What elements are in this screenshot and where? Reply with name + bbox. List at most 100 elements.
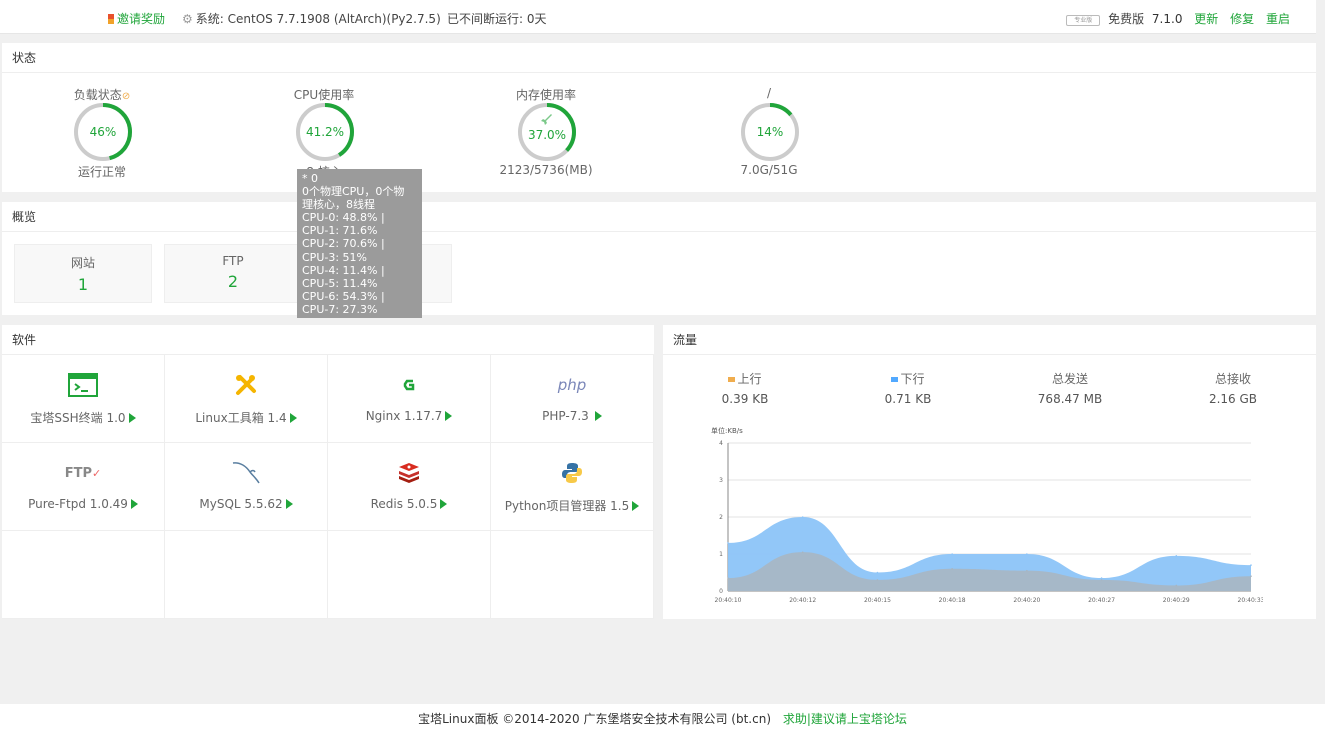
play-icon[interactable] <box>445 411 453 421</box>
play-icon[interactable] <box>285 499 293 509</box>
software-item-php[interactable]: php PHP-7.3 <box>491 355 654 443</box>
invite-label: 邀请奖励 <box>117 12 166 26</box>
software-item-redis[interactable]: Redis 5.0.5 <box>328 443 491 531</box>
x-tick-label: 20:40:12 <box>789 597 816 604</box>
update-link[interactable]: 更新 <box>1194 12 1218 26</box>
traffic-stat-total-received: 总接收 2.16 GB <box>1173 370 1293 406</box>
overview-title: 概览 <box>2 202 1316 232</box>
software-label: Nginx 1.17.7 <box>365 409 443 423</box>
software-item-mysql[interactable]: MySQL 5.5.62 <box>165 443 328 531</box>
version-number: 7.1.0 <box>1151 12 1183 26</box>
data-point <box>727 577 729 579</box>
y-tick-label: 4 <box>719 440 723 447</box>
status-title: 状态 <box>2 43 1316 73</box>
software-name: Redis 5.0.5 <box>328 497 490 511</box>
traffic-stat-value: 2.16 GB <box>1208 392 1258 406</box>
x-tick-label: 20:40:10 <box>715 597 742 604</box>
data-point <box>951 553 953 555</box>
redis-icon <box>399 463 419 483</box>
tooltip-line: CPU-7: 27.3% <box>302 302 378 316</box>
gauge-disk-value: 14% <box>756 125 784 139</box>
software-name: Python项目管理器 1.5 <box>491 497 653 514</box>
software-empty-slot <box>2 531 165 619</box>
x-tick-label: 20:40:15 <box>864 597 891 604</box>
restart-link[interactable]: 重启 <box>1266 12 1290 26</box>
y-tick-label: 3 <box>719 477 723 484</box>
software-item-ftp[interactable]: FTP✓ Pure-Ftpd 1.0.49 <box>2 443 165 531</box>
play-icon[interactable] <box>128 413 136 423</box>
data-point <box>727 542 729 544</box>
overview-card-ftp[interactable]: FTP 2 <box>164 244 302 303</box>
software-item-linux-tools[interactable]: Linux工具箱 1.4 <box>165 355 328 443</box>
python-icon <box>562 463 582 483</box>
version-area: 专业版 免费版 7.1.0 更新 修复 重启 <box>1066 10 1290 27</box>
pro-badge-icon[interactable]: 专业版 <box>1066 15 1101 26</box>
y-tick-label: 1 <box>719 551 723 558</box>
overview-card-site[interactable]: 网站 1 <box>14 244 152 303</box>
play-icon[interactable] <box>130 499 138 509</box>
x-tick-label: 20:40:18 <box>939 597 966 604</box>
info-icon[interactable]: ⊘ <box>122 91 130 102</box>
data-point <box>1175 555 1178 557</box>
uptime-info: 已不间断运行: 0天 <box>447 12 547 26</box>
data-point <box>951 568 953 570</box>
overview-card-value[interactable]: 2 <box>165 272 301 291</box>
overview-card-value[interactable]: 1 <box>15 275 151 294</box>
data-point <box>1100 577 1103 579</box>
y-tick-label: 2 <box>719 514 723 521</box>
play-icon[interactable] <box>632 501 640 511</box>
gauge-memory-label: 内存使用率 <box>515 88 576 102</box>
data-point <box>876 571 879 574</box>
php-icon: php <box>557 376 587 394</box>
tools-icon <box>236 375 256 395</box>
footer: 宝塔Linux面板 ©2014-2020 广东堡塔安全技术有限公司 (bt.cn… <box>0 704 1325 737</box>
software-name: Linux工具箱 1.4 <box>165 409 327 426</box>
gauge-memory-usage: 2123/5736(MB) <box>499 163 593 177</box>
traffic-title: 流量 <box>663 325 1316 355</box>
gauge-cpu-label: CPU使用率 <box>293 88 355 102</box>
play-icon[interactable] <box>289 413 297 423</box>
data-point <box>1250 564 1252 566</box>
software-label: Redis 5.0.5 <box>370 497 438 511</box>
play-icon[interactable] <box>440 499 448 509</box>
software-item-python[interactable]: Python项目管理器 1.5 <box>491 443 654 531</box>
gauge-load-value: 46% <box>89 125 117 139</box>
overview-panel: 概览 网站 1 FTP 2 数据库 1 <box>2 202 1316 315</box>
gauge-memory-value: 37.0% <box>527 128 567 142</box>
software-label: Linux工具箱 1.4 <box>195 411 287 425</box>
play-icon[interactable] <box>594 411 602 421</box>
tooltip-line: CPU-1: 71.6% <box>302 224 378 238</box>
software-label: PHP-7.3 <box>542 409 589 423</box>
y-tick-label: 0 <box>719 588 723 595</box>
traffic-stat-label: 总接收 <box>1214 372 1251 386</box>
x-tick-label: 20:40:29 <box>1163 597 1190 604</box>
traffic-stat-label: 下行 <box>900 372 925 386</box>
software-item-nginx[interactable]: Nginx 1.17.7 <box>328 355 491 443</box>
software-name: MySQL 5.5.62 <box>165 497 327 511</box>
overview-card-label: 网站 <box>70 256 95 270</box>
system-info: ⚙ 系统: CentOS 7.7.1908 (AltArch)(Py2.7.5) <box>182 10 441 27</box>
ftp-icon: FTP✓ <box>64 465 102 481</box>
traffic-stat-upload: 上行 0.39 KB <box>685 370 805 406</box>
gauge-load-ring: 46% <box>73 102 133 162</box>
footer-copyright: 宝塔Linux面板 ©2014-2020 广东堡塔安全技术有限公司 (bt.cn… <box>418 712 771 726</box>
tooltip-line: CPU-5: 11.4% <box>302 276 378 290</box>
mysql-icon <box>232 462 260 484</box>
traffic-stat-value: 0.71 KB <box>884 392 932 406</box>
software-name: Nginx 1.17.7 <box>328 409 490 423</box>
forum-link[interactable]: 求助|建议请上宝塔论坛 <box>783 712 907 726</box>
x-tick-label: 20:40:33 <box>1238 597 1263 604</box>
tooltip-line: * 0 <box>302 172 318 185</box>
gauge-cpu-value: 41.2% <box>305 125 345 139</box>
software-label: Python项目管理器 1.5 <box>504 499 630 513</box>
invite-link[interactable]: 邀请奖励 <box>108 10 165 27</box>
traffic-chart[interactable]: 单位:KB/s 0 1 2 3 4 20:40:10 20:40:12 20:40:15 20:4… <box>703 421 1263 611</box>
x-tick-label: 20:40:27 <box>1088 597 1115 604</box>
software-item-ssh[interactable]: 宝塔SSH终端 1.0 <box>2 355 165 443</box>
system-text: 系统: CentOS 7.7.1908 (AltArch)(Py2.7.5) <box>195 12 441 26</box>
repair-link[interactable]: 修复 <box>1230 12 1254 26</box>
traffic-stat-label: 上行 <box>737 372 762 386</box>
status-panel: 状态 负载状态⊘ 46% 运行正常 CPU使用率 41.2% 8 核心 内存使用… <box>2 43 1316 192</box>
x-tick-label: 20:40:20 <box>1013 597 1040 604</box>
data-point <box>876 579 879 581</box>
